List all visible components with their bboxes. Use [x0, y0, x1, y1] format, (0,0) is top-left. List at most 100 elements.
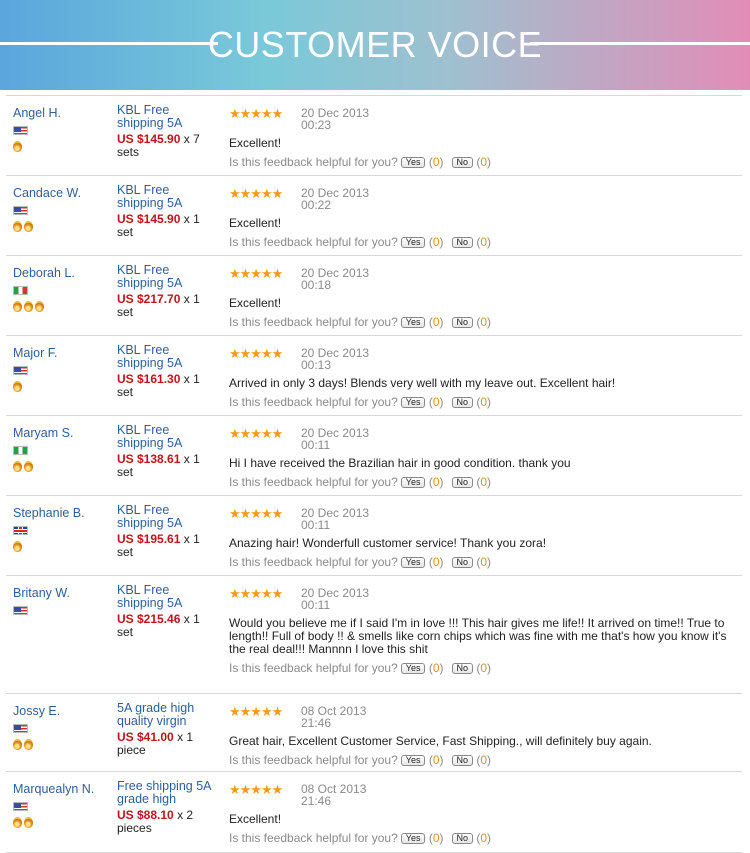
product-info: KBL Free shipping 5A US $138.61 x 1 set: [117, 424, 217, 479]
product-link[interactable]: 5A grade high quality virgin: [117, 702, 217, 728]
product-link[interactable]: KBL Free shipping 5A: [117, 264, 217, 290]
no-button[interactable]: No: [451, 477, 474, 489]
star-rating-icon: ★★★★★: [229, 186, 283, 201]
medal-icon: [24, 301, 33, 312]
yes-button[interactable]: Yes: [400, 237, 426, 249]
order-price: US $88.10 x 2 pieces: [117, 809, 217, 835]
helpful-question: Is this feedback helpful for you?: [229, 753, 398, 767]
product-info: KBL Free shipping 5A US $215.46 x 1 set: [117, 584, 217, 639]
buyer-name[interactable]: Major F.: [13, 346, 108, 360]
buyer-info: Candace W.: [13, 186, 108, 233]
review-list: Angel H. KBL Free shipping 5A US $145.90 x…: [6, 95, 742, 853]
no-button[interactable]: No: [451, 663, 474, 675]
buyer-info: Angel H.: [13, 106, 108, 153]
star-rating-icon: ★★★★★: [229, 346, 283, 361]
no-button[interactable]: No: [451, 157, 474, 169]
buyer-level-medals: [13, 817, 108, 829]
buyer-name[interactable]: Deborah L.: [13, 266, 108, 280]
product-link[interactable]: KBL Free shipping 5A: [117, 344, 217, 370]
product-link[interactable]: KBL Free shipping 5A: [117, 184, 217, 210]
star-rating-icon: ★★★★★: [229, 266, 283, 281]
star-rating-icon: ★★★★★: [229, 586, 283, 601]
price-value: US $217.70: [117, 292, 181, 306]
feedback-time: 00:11: [301, 598, 331, 612]
yes-button[interactable]: Yes: [400, 833, 426, 845]
buyer-name[interactable]: Stephanie B.: [13, 506, 108, 520]
no-button[interactable]: No: [451, 833, 474, 845]
us-flag-icon: [13, 802, 28, 811]
order-quantity: x 1: [177, 730, 194, 744]
product-link[interactable]: KBL Free shipping 5A: [117, 424, 217, 450]
star-rating-icon: ★★★★★: [229, 426, 283, 441]
product-link[interactable]: KBL Free shipping 5A: [117, 584, 217, 610]
price-value: US $145.90: [117, 132, 181, 146]
buyer-name[interactable]: Candace W.: [13, 186, 108, 200]
product-info: 5A grade high quality virgin US $41.00 x …: [117, 702, 217, 757]
helpful-prompt: Is this feedback helpful for you? Yes (0)…: [229, 831, 492, 845]
feedback-time: 00:13: [301, 358, 332, 372]
helpful-prompt: Is this feedback helpful for you? Yes (0)…: [229, 235, 492, 249]
yes-count: 0: [432, 555, 440, 569]
review-row: Marquealyn N. Free shipping 5A grade high…: [6, 772, 742, 853]
gb-flag-icon: [13, 526, 28, 535]
star-rating-icon: ★★★★★: [229, 506, 283, 521]
no-button[interactable]: No: [451, 755, 474, 767]
helpful-question: Is this feedback helpful for you?: [229, 315, 398, 329]
helpful-question: Is this feedback helpful for you?: [229, 155, 398, 169]
feedback-date: 20 Dec 2013 00:11: [301, 507, 369, 531]
feedback-time: 21:46: [301, 716, 332, 730]
feedback-date: 20 Dec 2013 00:11: [301, 427, 369, 451]
feedback-comment: Excellent!: [229, 216, 282, 230]
helpful-prompt: Is this feedback helpful for you? Yes (0)…: [229, 555, 492, 569]
order-quantity: x 1: [183, 292, 200, 306]
no-button[interactable]: No: [451, 397, 474, 409]
medal-icon: [13, 461, 22, 472]
yes-button[interactable]: Yes: [400, 397, 426, 409]
yes-count: 0: [432, 475, 440, 489]
yes-button[interactable]: Yes: [400, 557, 426, 569]
buyer-name[interactable]: Marquealyn N.: [13, 782, 108, 796]
feedback-time: 00:22: [301, 198, 332, 212]
no-button[interactable]: No: [451, 237, 474, 249]
product-link[interactable]: KBL Free shipping 5A: [117, 104, 217, 130]
medal-icon: [13, 739, 22, 750]
feedback-date: 08 Oct 2013 21:46: [301, 705, 366, 729]
banner-title: CUSTOMER VOICE: [207, 24, 543, 65]
buyer-info: Marquealyn N.: [13, 782, 108, 829]
feedback-comment: Excellent!: [229, 296, 282, 310]
buyer-level-medals: [13, 621, 108, 633]
no-button[interactable]: No: [451, 317, 474, 329]
price-value: US $195.61: [117, 532, 181, 546]
product-info: KBL Free shipping 5A US $195.61 x 1 set: [117, 504, 217, 559]
buyer-level-medals: [13, 381, 108, 393]
buyer-name[interactable]: Angel H.: [13, 106, 108, 120]
medal-icon: [13, 381, 22, 392]
star-rating-icon: ★★★★★: [229, 704, 283, 719]
buyer-level-medals: [13, 541, 108, 553]
yes-button[interactable]: Yes: [400, 755, 426, 767]
buyer-name[interactable]: Britany W.: [13, 586, 108, 600]
feedback-date: 20 Dec 2013 00:11: [301, 587, 369, 611]
buyer-info: Britany W.: [13, 586, 108, 633]
yes-count: 0: [432, 395, 440, 409]
helpful-prompt: Is this feedback helpful for you? Yes (0)…: [229, 395, 492, 409]
buyer-name[interactable]: Jossy E.: [13, 704, 108, 718]
buyer-level-medals: [13, 301, 108, 313]
buyer-info: Deborah L.: [13, 266, 108, 313]
feedback-block: ★★★★★ 20 Dec 2013 00:23 Excellent! Is this f…: [229, 106, 741, 169]
product-link[interactable]: KBL Free shipping 5A: [117, 504, 217, 530]
price-value: US $88.10: [117, 808, 174, 822]
review-row: Maryam S. KBL Free shipping 5A US $138.61 …: [6, 416, 742, 496]
yes-button[interactable]: Yes: [400, 157, 426, 169]
helpful-prompt: Is this feedback helpful for you? Yes (0)…: [229, 315, 492, 329]
no-button[interactable]: No: [451, 557, 474, 569]
buyer-info: Stephanie B.: [13, 506, 108, 553]
feedback-comment: Hi I have received the Brazilian hair in…: [229, 456, 571, 470]
product-link[interactable]: Free shipping 5A grade high: [117, 780, 217, 806]
yes-button[interactable]: Yes: [400, 663, 426, 675]
medal-icon: [35, 301, 44, 312]
yes-button[interactable]: Yes: [400, 477, 426, 489]
buyer-name[interactable]: Maryam S.: [13, 426, 108, 440]
star-rating-icon: ★★★★★: [229, 106, 283, 121]
yes-button[interactable]: Yes: [400, 317, 426, 329]
